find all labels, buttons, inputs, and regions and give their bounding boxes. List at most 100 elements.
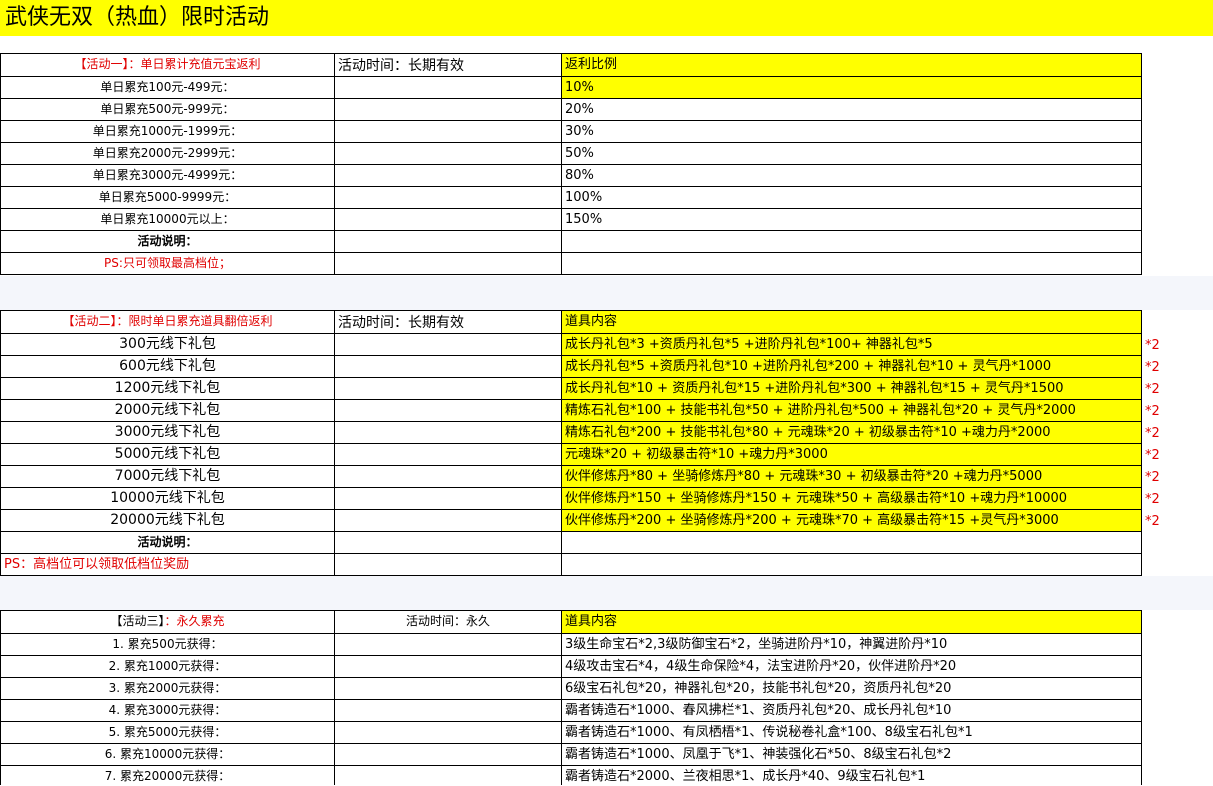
items-cell: 成长丹礼包*3 +资质丹礼包*5 +进阶丹礼包*100+ 神器礼包*5 xyxy=(561,333,1142,355)
activity1-name: ：单日累计充值元宝返利 xyxy=(128,57,261,71)
note-label: 活动说明： xyxy=(0,230,334,252)
tier-label: 单日累充500元-999元： xyxy=(0,98,334,120)
empty-cell xyxy=(334,487,561,509)
rate-value: 10% xyxy=(561,76,1142,98)
ps-note: PS:只可领取最高档位； xyxy=(0,252,334,275)
tier-label: 300元线下礼包 xyxy=(0,333,334,355)
empty-cell xyxy=(334,333,561,355)
empty-cell xyxy=(334,633,561,655)
empty-cell xyxy=(334,186,561,208)
tier-label: 单日累充1000元-1999元： xyxy=(0,120,334,142)
empty-cell xyxy=(334,655,561,677)
rate-value: 100% xyxy=(561,186,1142,208)
empty-cell xyxy=(561,531,1142,553)
ps-note: PS：高档位可以领取低档位奖励 xyxy=(0,553,334,576)
tier-label: 5000元线下礼包 xyxy=(0,443,334,465)
empty-cell xyxy=(334,377,561,399)
empty-cell xyxy=(334,465,561,487)
multiplier-label: *2 xyxy=(1145,360,1160,375)
items-cell: 霸者铸造石*1000、有凤栖梧*1、传说秘卷礼盒*100、8级宝石礼包*1 xyxy=(561,721,1142,743)
tier-label: 3000元线下礼包 xyxy=(0,421,334,443)
activity1-bracket: 【活动一】 xyxy=(74,57,129,71)
multiplier-label: *2 xyxy=(1145,514,1160,529)
tier-label: 1. 累充500元获得： xyxy=(0,633,334,655)
tier-label: 7. 累充20000元获得： xyxy=(0,765,334,785)
activity1-time: 活动时间：长期有效 xyxy=(334,53,561,76)
activity2-time: 活动时间：长期有效 xyxy=(334,310,561,333)
tier-label: 单日累充2000元-2999元： xyxy=(0,142,334,164)
activity3-time: 活动时间：永久 xyxy=(334,610,561,633)
multiplier-label: *2 xyxy=(1145,492,1160,507)
tier-label: 单日累充10000元以上： xyxy=(0,208,334,230)
empty-cell xyxy=(334,208,561,230)
empty-cell xyxy=(334,743,561,765)
activity3-col-header: 道具内容 xyxy=(561,610,1142,633)
items-cell: 伙伴修炼丹*200 + 坐骑修炼丹*200 + 元魂珠*70 + 高级暴击符*1… xyxy=(561,509,1142,531)
activity3-name: ：永久累充 xyxy=(164,614,225,628)
tier-label: 单日累充100元-499元： xyxy=(0,76,334,98)
items-cell: 成长丹礼包*5 +资质丹礼包*10 +进阶丹礼包*200 + 神器礼包*10 +… xyxy=(561,355,1142,377)
items-cell: 4级攻击宝石*4，4级生命保险*4，法宝进阶丹*20，伙伴进阶丹*20 xyxy=(561,655,1142,677)
items-cell: 霸者铸造石*1000、凤凰于飞*1、神装强化石*50、8级宝石礼包*2 xyxy=(561,743,1142,765)
page-title: 武侠无双（热血）限时活动 xyxy=(5,5,270,30)
empty-cell xyxy=(334,765,561,785)
activity3-header: 【活动三】：永久累充 xyxy=(0,610,334,633)
activity2-header: 【活动二】：限时单日累充道具翻倍返利 xyxy=(0,310,334,333)
items-cell: 3级生命宝石*2,3级防御宝石*2，坐骑进阶丹*10，神翼进阶丹*10 xyxy=(561,633,1142,655)
empty-cell xyxy=(334,164,561,186)
empty-cell xyxy=(334,120,561,142)
empty-cell xyxy=(334,98,561,120)
tier-label: 10000元线下礼包 xyxy=(0,487,334,509)
multiplier-label: *2 xyxy=(1145,448,1160,463)
activity2-col-header: 道具内容 xyxy=(561,310,1142,333)
tier-label: 1200元线下礼包 xyxy=(0,377,334,399)
tier-label: 4. 累充3000元获得： xyxy=(0,699,334,721)
empty-cell xyxy=(561,553,1142,576)
items-cell: 霸者铸造石*1000、春风拂栏*1、资质丹礼包*20、成长丹礼包*10 xyxy=(561,699,1142,721)
rate-value: 150% xyxy=(561,208,1142,230)
tier-label: 2000元线下礼包 xyxy=(0,399,334,421)
empty-cell xyxy=(334,553,561,576)
items-cell: 成长丹礼包*10 + 资质丹礼包*15 +进阶丹礼包*300 + 神器礼包*15… xyxy=(561,377,1142,399)
rate-value: 30% xyxy=(561,120,1142,142)
tier-label: 5. 累充5000元获得： xyxy=(0,721,334,743)
tier-label: 20000元线下礼包 xyxy=(0,509,334,531)
empty-cell xyxy=(334,721,561,743)
empty-cell xyxy=(334,531,561,553)
items-cell: 精炼石礼包*200 + 技能书礼包*80 + 元魂珠*20 + 初级暴击符*10… xyxy=(561,421,1142,443)
multiplier-label: *2 xyxy=(1145,338,1160,353)
empty-cell xyxy=(334,677,561,699)
multiplier-label: *2 xyxy=(1145,404,1160,419)
empty-cell xyxy=(334,699,561,721)
empty-cell xyxy=(334,421,561,443)
rate-value: 50% xyxy=(561,142,1142,164)
items-cell: 伙伴修炼丹*80 + 坐骑修炼丹*80 + 元魂珠*30 + 初级暴击符*20 … xyxy=(561,465,1142,487)
empty-cell xyxy=(334,443,561,465)
title-bar: 武侠无双（热血）限时活动 xyxy=(0,0,1213,36)
tier-label: 单日累充3000元-4999元： xyxy=(0,164,334,186)
empty-cell xyxy=(334,355,561,377)
tier-label: 7000元线下礼包 xyxy=(0,465,334,487)
tier-label: 3. 累充2000元获得： xyxy=(0,677,334,699)
empty-cell xyxy=(334,142,561,164)
multiplier-label: *2 xyxy=(1145,382,1160,397)
empty-cell xyxy=(334,399,561,421)
activity1-header: 【活动一】：单日累计充值元宝返利 xyxy=(0,53,334,76)
activity1-col-header: 返利比例 xyxy=(561,53,1142,76)
items-cell: 精炼石礼包*100 + 技能书礼包*50 + 进阶丹礼包*500 + 神器礼包*… xyxy=(561,399,1142,421)
note-label: 活动说明： xyxy=(0,531,334,553)
items-cell: 元魂珠*20 + 初级暴击符*10 +魂力丹*3000 xyxy=(561,443,1142,465)
multiplier-label: *2 xyxy=(1145,470,1160,485)
tier-label: 600元线下礼包 xyxy=(0,355,334,377)
separator-band xyxy=(0,276,1213,310)
empty-cell xyxy=(334,76,561,98)
empty-cell xyxy=(561,230,1142,252)
empty-cell xyxy=(334,509,561,531)
items-cell: 霸者铸造石*2000、兰夜相思*1、成长丹*40、9级宝石礼包*1 xyxy=(561,765,1142,785)
tier-label: 2. 累充1000元获得： xyxy=(0,655,334,677)
multiplier-label: *2 xyxy=(1145,426,1160,441)
rate-value: 80% xyxy=(561,164,1142,186)
separator-band xyxy=(0,576,1213,610)
empty-cell xyxy=(561,252,1142,275)
rate-value: 20% xyxy=(561,98,1142,120)
